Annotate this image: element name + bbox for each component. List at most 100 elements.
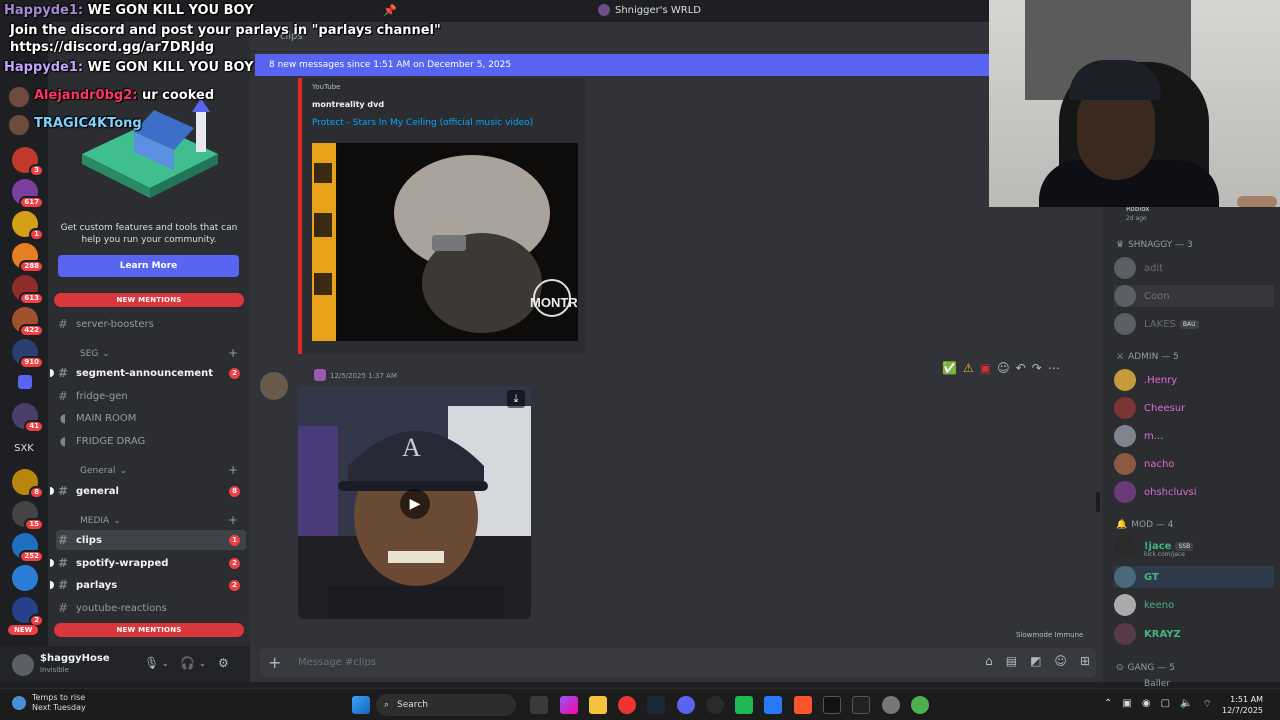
member-item[interactable]: ohshcluvsi bbox=[1114, 481, 1274, 503]
apps-icon[interactable]: ⊞ bbox=[1080, 654, 1090, 668]
member-item[interactable]: Cheesur bbox=[1114, 397, 1274, 419]
server-icon-2[interactable]: 617 bbox=[12, 179, 44, 209]
vscode-icon[interactable] bbox=[764, 696, 782, 714]
chrome-icon[interactable] bbox=[618, 696, 636, 714]
chevron-down-icon[interactable]: ⌄ bbox=[162, 659, 169, 668]
tray-app-icon[interactable]: ▢ bbox=[1161, 698, 1170, 711]
settings-icon[interactable] bbox=[882, 696, 900, 714]
scrollbar-thumb[interactable] bbox=[1096, 492, 1100, 512]
category-seg[interactable]: SEG ⌄ bbox=[80, 349, 110, 359]
add-reaction-icon[interactable]: ☺ bbox=[997, 361, 1010, 375]
member-item[interactable]: adit bbox=[1114, 257, 1274, 279]
chevron-down-icon[interactable]: ⌄ bbox=[199, 659, 206, 668]
embed-author[interactable]: montreality dvd bbox=[312, 100, 384, 109]
gif-icon[interactable]: ▤ bbox=[1006, 654, 1017, 668]
avatar[interactable] bbox=[260, 372, 288, 400]
microphone-icon[interactable]: 🎙 bbox=[144, 656, 159, 670]
channel-youtube-reactions[interactable]: # youtube-reactions bbox=[56, 598, 246, 618]
avatar[interactable] bbox=[12, 654, 34, 676]
video-attachment[interactable]: A ⤓ ▶ bbox=[298, 386, 531, 619]
check-reaction-icon[interactable]: ✅ bbox=[942, 361, 957, 375]
warning-reaction-icon[interactable]: ⚠ bbox=[963, 361, 974, 375]
server-icon-13[interactable]: 2 bbox=[12, 597, 44, 627]
add-channel-icon[interactable]: + bbox=[228, 513, 238, 527]
discord-icon[interactable] bbox=[677, 696, 695, 714]
category-media[interactable]: MEDIA ⌄ bbox=[80, 516, 121, 526]
chevron-up-icon[interactable]: ⌃ bbox=[1104, 698, 1112, 711]
add-attachment-icon[interactable]: + bbox=[268, 653, 281, 672]
server-icon-11[interactable]: 252 bbox=[12, 533, 44, 563]
server-icon-5[interactable]: 613 bbox=[12, 275, 44, 305]
server-icon-9[interactable]: 8 bbox=[12, 469, 44, 499]
sticker-icon[interactable]: ◩ bbox=[1030, 654, 1041, 668]
member-item[interactable]: nacho bbox=[1114, 453, 1274, 475]
play-icon[interactable]: ▶ bbox=[400, 489, 430, 519]
headphones-icon[interactable]: 🎧 bbox=[180, 656, 195, 670]
message-input[interactable]: Message #clips bbox=[298, 657, 376, 668]
gear-icon[interactable]: ⚙ bbox=[218, 656, 229, 670]
windows-start-icon[interactable] bbox=[352, 696, 370, 714]
epic-games-icon[interactable] bbox=[823, 696, 841, 714]
emoji-reaction-icon[interactable]: ▣ bbox=[980, 361, 991, 375]
weather-widget[interactable]: Temps to rise Next Tuesday bbox=[12, 693, 86, 713]
task-view-icon[interactable] bbox=[530, 696, 548, 714]
xbox-icon[interactable] bbox=[735, 696, 753, 714]
server-icon-12[interactable] bbox=[12, 565, 38, 591]
new-pill[interactable]: NEW bbox=[8, 625, 39, 635]
gift-icon[interactable]: ⌂ bbox=[985, 654, 993, 668]
add-channel-icon[interactable]: + bbox=[228, 463, 238, 477]
voice-main-room[interactable]: ◖ MAIN ROOM bbox=[56, 408, 246, 428]
server-icon-3[interactable]: 1 bbox=[12, 211, 44, 241]
capcut-icon[interactable] bbox=[852, 696, 870, 714]
member-item[interactable]: m... bbox=[1114, 425, 1274, 447]
server-icon-4[interactable]: 288 bbox=[12, 243, 44, 273]
copilot-icon[interactable] bbox=[560, 696, 578, 714]
brave-icon[interactable] bbox=[794, 696, 812, 714]
wifi-icon[interactable]: ⌔ bbox=[1202, 698, 1211, 711]
download-icon[interactable]: ⤓ bbox=[507, 390, 525, 408]
file-explorer-icon[interactable] bbox=[589, 696, 607, 714]
member-item[interactable]: .Henry bbox=[1114, 369, 1274, 391]
steam-icon[interactable] bbox=[647, 696, 665, 714]
forward-icon[interactable]: ↷ bbox=[1032, 361, 1042, 375]
server-icon-6[interactable]: 422 bbox=[12, 307, 44, 337]
server-icon-1[interactable]: 3 bbox=[12, 147, 44, 177]
username[interactable]: $haggyHose bbox=[40, 653, 110, 664]
volume-icon[interactable]: 🔈 bbox=[1180, 698, 1192, 711]
add-channel-icon[interactable]: + bbox=[228, 346, 238, 360]
folder-icon[interactable] bbox=[18, 375, 32, 389]
taskbar-clock[interactable]: 1:51 AM 12/7/2025 bbox=[1222, 694, 1263, 716]
voice-fridge-drag[interactable]: ◖ FRIDGE DRAG bbox=[56, 431, 246, 451]
tray-app-icon[interactable]: ◉ bbox=[1142, 698, 1151, 711]
emoji-icon[interactable]: ☺ bbox=[1054, 654, 1067, 668]
new-messages-bar[interactable]: 8 new messages since 1:51 AM on December… bbox=[255, 54, 990, 76]
channel-general[interactable]: # general 8 bbox=[50, 481, 246, 501]
server-icon-10[interactable]: 15 bbox=[12, 501, 44, 531]
tray-app-icon[interactable]: ▣ bbox=[1122, 698, 1131, 711]
learn-more-button[interactable]: Learn More bbox=[58, 255, 239, 277]
server-icon-8[interactable]: 41 bbox=[12, 403, 44, 433]
new-mentions-pill-bottom[interactable]: NEW MENTIONS bbox=[54, 623, 244, 637]
channel-segment-announcement[interactable]: # segment-announcement 2 bbox=[50, 363, 246, 383]
channel-clips[interactable]: # clips 1 bbox=[56, 530, 246, 550]
member-item[interactable]: KRAYZ bbox=[1114, 623, 1274, 645]
category-general[interactable]: General ⌄ bbox=[80, 466, 127, 476]
chrome-alt-icon[interactable] bbox=[911, 696, 929, 714]
channel-fridge-gen[interactable]: # fridge-gen bbox=[56, 386, 246, 406]
server-icon-7[interactable]: 910 bbox=[12, 339, 44, 369]
obs-icon[interactable] bbox=[706, 696, 724, 714]
channel-parlays[interactable]: # parlays 2 bbox=[50, 575, 246, 595]
embed-title-link[interactable]: Protect - Stars In My Ceiling (official … bbox=[312, 118, 533, 128]
member-item[interactable]: GT bbox=[1114, 566, 1274, 588]
reply-icon[interactable]: ↶ bbox=[1016, 361, 1026, 375]
channel-spotify-wrapped[interactable]: # spotify-wrapped 2 bbox=[50, 553, 246, 573]
channel-server-boosters[interactable]: # server-boosters bbox=[56, 314, 246, 334]
more-icon[interactable]: ⋯ bbox=[1048, 361, 1060, 375]
taskbar-search[interactable]: ⌕ Search bbox=[376, 694, 516, 716]
member-item[interactable]: !jace SSB kick.com/jace bbox=[1114, 535, 1274, 558]
server-sxk[interactable]: SXK bbox=[8, 443, 40, 454]
new-mentions-pill-top[interactable]: NEW MENTIONS bbox=[54, 293, 244, 307]
member-item[interactable]: Coon bbox=[1114, 285, 1274, 307]
member-item[interactable]: keeno bbox=[1114, 594, 1274, 616]
member-item[interactable]: LAKES BAU bbox=[1114, 313, 1274, 335]
